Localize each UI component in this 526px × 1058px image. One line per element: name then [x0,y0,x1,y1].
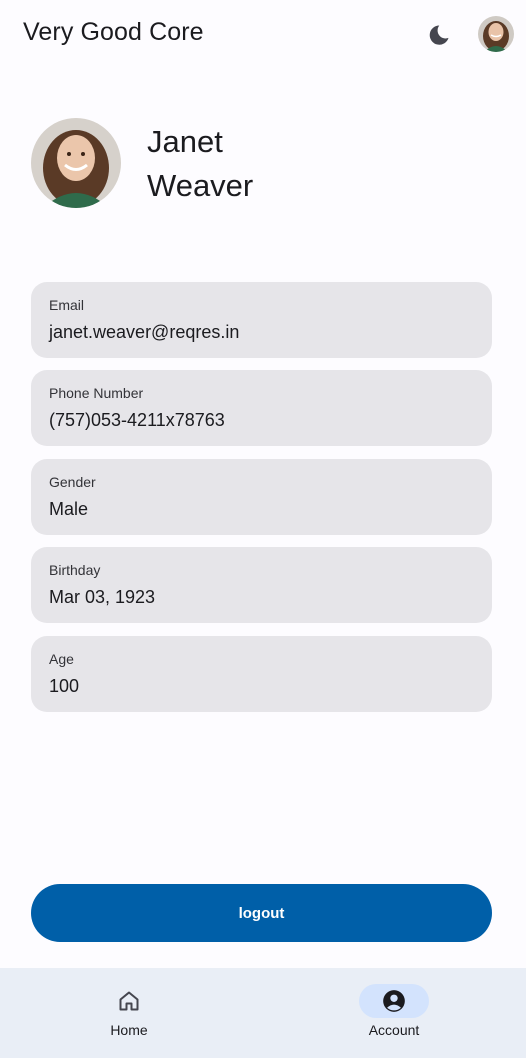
profile-avatar [31,118,121,208]
account-screen: Very Good Core Janet Weaver Email janet.… [0,0,526,1058]
email-value: janet.weaver@reqres.in [49,322,240,342]
user-avatar[interactable] [478,16,514,52]
profile-photo-icon [31,118,121,208]
moon-icon [429,25,449,45]
phone-card: Phone Number (757)053-4211x78763 [31,370,492,446]
phone-label: Phone Number [49,385,144,401]
email-card: Email janet.weaver@reqres.in [31,282,492,358]
phone-value: (757)053-4211x78763 [49,410,225,430]
birthday-label: Birthday [49,562,101,578]
bottom-navigation: Home Account [0,968,526,1058]
gender-value: Male [49,499,89,519]
nav-item-account[interactable]: Account [324,984,464,1048]
nav-home-label: Home [110,1022,148,1038]
age-value: 100 [49,676,80,696]
age-label: Age [49,651,74,667]
nav-account-pill [359,984,429,1018]
app-bar: Very Good Core [0,0,526,70]
logout-button[interactable]: logout [31,884,492,942]
nav-item-home[interactable]: Home [59,984,199,1048]
app-title: Very Good Core [23,18,204,46]
home-icon [119,991,139,1011]
email-label: Email [49,297,85,313]
first-name: Janet [147,124,223,159]
last-name: Weaver [147,168,254,203]
birthday-card: Birthday Mar 03, 1923 [31,547,492,623]
profile-name: Janet Weaver [147,120,253,208]
avatar-photo-icon [478,16,514,52]
gender-card: Gender Male [31,459,492,535]
gender-label: Gender [49,474,96,490]
theme-toggle-button[interactable] [424,20,454,50]
nav-home-pill [94,984,164,1018]
birthday-value: Mar 03, 1923 [49,587,156,607]
age-card: Age 100 [31,636,492,712]
nav-account-label: Account [368,1022,420,1038]
account-circle-icon [383,990,405,1012]
